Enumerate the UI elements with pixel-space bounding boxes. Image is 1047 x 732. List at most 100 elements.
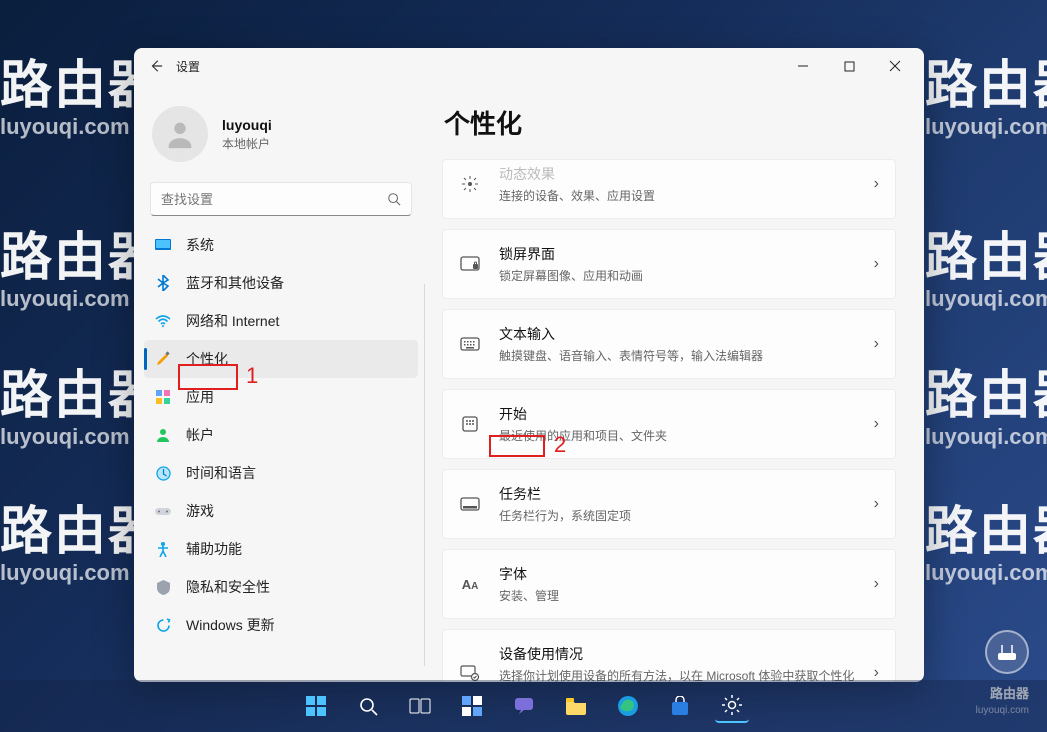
maximize-button[interactable]	[826, 50, 872, 82]
watermark: 路由器luyouqi.com	[925, 370, 1047, 448]
chevron-right-icon: ›	[874, 175, 879, 193]
title-bar: 设置	[134, 48, 924, 84]
chevron-right-icon: ›	[874, 255, 879, 273]
sidebar-divider	[424, 284, 425, 666]
search-icon	[387, 192, 401, 206]
sidebar-item-label: 网络和 Internet	[186, 311, 279, 331]
floating-router-widget[interactable]	[985, 630, 1029, 674]
card-title: 文本输入	[499, 324, 856, 344]
sidebar-item-label: Windows 更新	[186, 615, 275, 635]
sidebar-item-label: 帐户	[186, 425, 214, 445]
back-button[interactable]	[140, 50, 172, 82]
profile-name: luyouqi	[222, 117, 272, 133]
taskbar-search-button[interactable]	[351, 689, 385, 723]
router-icon	[996, 641, 1018, 663]
card-start[interactable]: 开始最近使用的应用和项目、文件夹 ›	[442, 389, 896, 459]
annotation-label-1: 1	[246, 363, 258, 389]
card-dynamic-effects[interactable]: 动态效果连接的设备、效果、应用设置 ›	[442, 159, 896, 219]
card-sub: 连接的设备、效果、应用设置	[499, 187, 856, 204]
sidebar-item-apps[interactable]: 应用	[144, 378, 418, 416]
card-title: 字体	[499, 564, 856, 584]
chevron-right-icon: ›	[874, 495, 879, 513]
taskbar-chat-button[interactable]	[507, 689, 541, 723]
card-lock-screen[interactable]: 锁屏界面锁定屏幕图像、应用和动画 ›	[442, 229, 896, 299]
sidebar-item-label: 游戏	[186, 501, 214, 521]
sidebar-item-accounts[interactable]: 帐户	[144, 416, 418, 454]
shield-icon	[154, 578, 172, 596]
start-icon	[459, 416, 481, 432]
sidebar: luyouqi 本地帐户 系统 蓝牙和其他设备 网	[134, 84, 424, 682]
avatar	[152, 106, 208, 162]
lock-screen-icon	[459, 256, 481, 272]
settings-window: 设置 luyouqi 本地帐户	[134, 48, 924, 682]
sidebar-item-gaming[interactable]: 游戏	[144, 492, 418, 530]
sidebar-item-update[interactable]: Windows 更新	[144, 606, 418, 644]
taskbar-store-button[interactable]	[663, 689, 697, 723]
apps-icon	[154, 388, 172, 406]
taskbar-widgets-button[interactable]	[455, 689, 489, 723]
update-icon	[154, 616, 172, 634]
fonts-icon: AA	[459, 577, 481, 592]
sidebar-item-privacy[interactable]: 隐私和安全性	[144, 568, 418, 606]
sidebar-item-label: 应用	[186, 387, 214, 407]
card-taskbar[interactable]: 任务栏任务栏行为，系统固定项 ›	[442, 469, 896, 539]
chevron-right-icon: ›	[874, 415, 879, 433]
taskbar-start-button[interactable]	[299, 689, 333, 723]
chevron-right-icon: ›	[874, 335, 879, 353]
page-title: 个性化	[444, 104, 896, 141]
sidebar-item-label: 辅助功能	[186, 539, 242, 559]
bluetooth-icon	[154, 274, 172, 292]
minimize-button[interactable]	[780, 50, 826, 82]
taskbar-edge-button[interactable]	[611, 689, 645, 723]
back-arrow-icon	[149, 59, 163, 73]
profile-block[interactable]: luyouqi 本地帐户	[144, 92, 418, 182]
nav-list: 系统 蓝牙和其他设备 网络和 Internet 个性化 应用	[144, 226, 418, 644]
sidebar-item-bluetooth[interactable]: 蓝牙和其他设备	[144, 264, 418, 302]
sidebar-item-label: 时间和语言	[186, 463, 256, 483]
watermark: 路由器luyouqi.com	[925, 506, 1047, 584]
card-device-usage[interactable]: 设备使用情况选择你计划使用设备的所有方法，以在 Microsoft 体验中获取个…	[442, 629, 896, 682]
person-icon	[163, 117, 197, 151]
search-input[interactable]	[161, 192, 387, 207]
sidebar-item-label: 个性化	[186, 349, 228, 369]
taskbar-icon	[459, 497, 481, 511]
sidebar-item-label: 蓝牙和其他设备	[186, 273, 284, 293]
sidebar-item-system[interactable]: 系统	[144, 226, 418, 264]
sidebar-item-accessibility[interactable]: 辅助功能	[144, 530, 418, 568]
paintbrush-icon	[154, 350, 172, 368]
taskbar-explorer-button[interactable]	[559, 689, 593, 723]
sidebar-item-personalization[interactable]: 个性化	[144, 340, 418, 378]
sidebar-item-time[interactable]: 时间和语言	[144, 454, 418, 492]
card-sub: 安装、管理	[499, 587, 856, 604]
sidebar-item-network[interactable]: 网络和 Internet	[144, 302, 418, 340]
card-title: 动态效果	[499, 164, 856, 184]
taskbar-taskview-button[interactable]	[403, 689, 437, 723]
search-box[interactable]	[150, 182, 412, 216]
card-title: 锁屏界面	[499, 244, 856, 264]
watermark: 路由器luyouqi.com	[925, 232, 1047, 310]
person-icon	[154, 426, 172, 444]
card-title: 任务栏	[499, 484, 856, 504]
card-sub: 锁定屏幕图像、应用和动画	[499, 267, 856, 284]
card-sub: 触摸键盘、语音输入、表情符号等，输入法编辑器	[499, 347, 856, 364]
system-icon	[154, 236, 172, 254]
card-sub: 任务栏行为，系统固定项	[499, 507, 856, 524]
profile-sub: 本地帐户	[222, 135, 272, 152]
card-title: 设备使用情况	[499, 644, 856, 664]
sparkle-icon	[459, 175, 481, 193]
taskbar-settings-button[interactable]	[715, 689, 749, 723]
window-title: 设置	[176, 58, 200, 75]
sidebar-item-label: 系统	[186, 235, 214, 255]
globe-clock-icon	[154, 464, 172, 482]
card-fonts[interactable]: AA 字体安装、管理 ›	[442, 549, 896, 619]
chevron-right-icon: ›	[874, 664, 879, 682]
accessibility-icon	[154, 540, 172, 558]
close-button[interactable]	[872, 50, 918, 82]
card-text-input[interactable]: 文本输入触摸键盘、语音输入、表情符号等，输入法编辑器 ›	[442, 309, 896, 379]
keyboard-icon	[459, 337, 481, 351]
sidebar-item-label: 隐私和安全性	[186, 577, 270, 597]
wifi-icon	[154, 312, 172, 330]
main-content: 个性化 动态效果连接的设备、效果、应用设置 › 锁屏界面锁定屏幕图像、应用和动画…	[424, 84, 924, 682]
device-usage-icon	[459, 665, 481, 681]
chevron-right-icon: ›	[874, 575, 879, 593]
